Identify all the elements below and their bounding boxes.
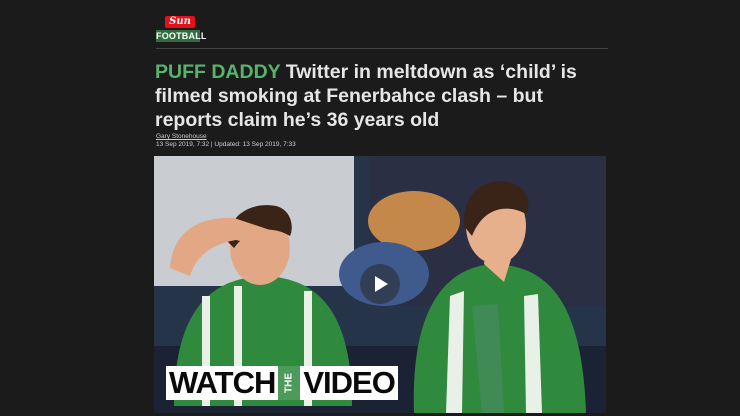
byline: Gary Stonehouse 13 Sep 2019, 7:32 | Upda… xyxy=(156,133,296,148)
author-link[interactable]: Gary Stonehouse xyxy=(156,133,296,140)
headline-kicker: PUFF DADDY xyxy=(155,61,281,83)
banner-word-watch: WATCH xyxy=(166,366,279,400)
video-player[interactable]: WATCH THE VIDEO xyxy=(154,156,606,413)
sun-football-logo[interactable]: Sun FOOTBALL xyxy=(156,16,207,42)
play-button[interactable] xyxy=(360,264,400,304)
sun-logo-text: Sun xyxy=(165,16,195,28)
banner-word-the: THE xyxy=(278,366,301,400)
publish-dates: 13 Sep 2019, 7:32 | Updated: 13 Sep 2019… xyxy=(156,141,296,148)
header-divider xyxy=(156,48,608,49)
watch-the-video-banner[interactable]: WATCH THE VIDEO xyxy=(166,366,398,400)
banner-word-video: VIDEO xyxy=(300,366,398,400)
football-section-label: FOOTBALL xyxy=(156,30,207,42)
play-icon xyxy=(375,276,388,292)
article-headline: PUFF DADDY Twitter in meltdown as ‘child… xyxy=(155,60,610,132)
